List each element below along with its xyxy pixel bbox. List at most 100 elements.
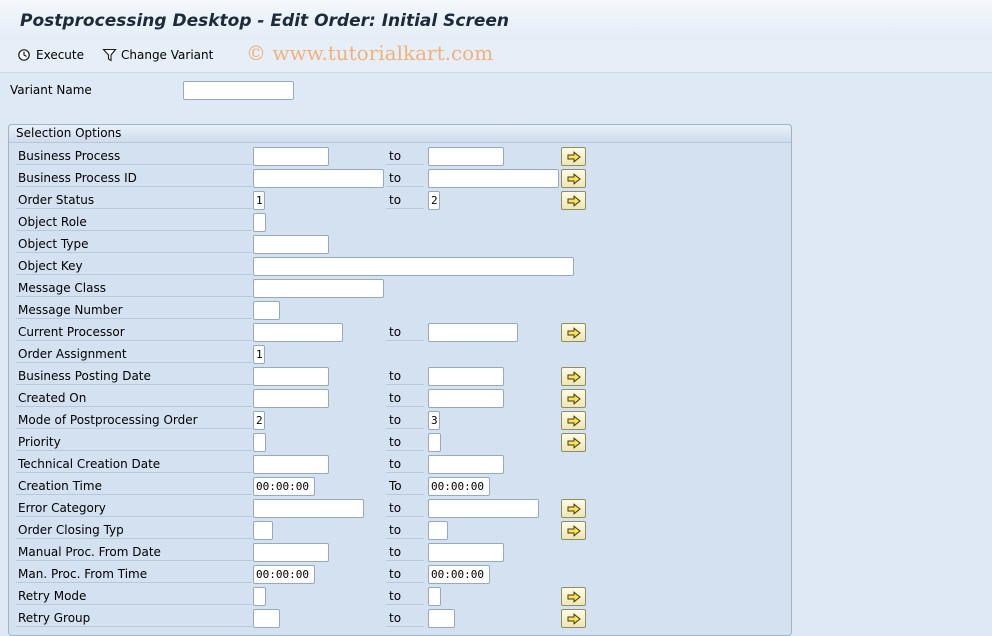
- technical-creation-date-to-input[interactable]: [428, 455, 504, 474]
- business-posting-date-to-input[interactable]: [428, 367, 504, 386]
- retry-mode-to-input[interactable]: [428, 587, 441, 606]
- technical-creation-date-to-label: to: [386, 454, 424, 473]
- execute-label: Execute: [36, 48, 84, 62]
- manual-proc-from-date-to-input[interactable]: [428, 543, 504, 562]
- label-man-proc-from-time: Man. Proc. From Time: [16, 564, 252, 583]
- filter-icon: [102, 48, 117, 62]
- message-number-from-input[interactable]: [253, 301, 280, 320]
- label-priority: Priority: [16, 432, 252, 451]
- label-order-closing-typ: Order Closing Typ: [16, 520, 252, 539]
- object-key-from-input[interactable]: [253, 257, 574, 276]
- created-on-to-input[interactable]: [428, 389, 504, 408]
- label-technical-creation-date: Technical Creation Date: [16, 454, 252, 473]
- man-proc-from-time-from-input[interactable]: [253, 565, 315, 584]
- change-variant-button[interactable]: Change Variant: [102, 46, 213, 64]
- error-category-from-input[interactable]: [253, 499, 364, 518]
- creation-time-from-input[interactable]: [253, 477, 315, 496]
- label-creation-time: Creation Time: [16, 476, 252, 495]
- mode-of-postprocessing-order-multiple-selection-button[interactable]: [561, 411, 586, 430]
- arrow-right-icon: [567, 370, 581, 383]
- order-closing-typ-multiple-selection-button[interactable]: [561, 521, 586, 540]
- application-toolbar: Execute Change Variant © www.tutorialkar…: [0, 40, 992, 73]
- current-processor-to-input[interactable]: [428, 323, 518, 342]
- arrow-right-icon: [567, 392, 581, 405]
- label-business-posting-date: Business Posting Date: [16, 366, 252, 385]
- label-mode-of-postprocessing-order: Mode of Postprocessing Order: [16, 410, 252, 429]
- mode-of-postprocessing-order-to-label: to: [386, 410, 424, 429]
- manual-proc-from-date-from-input[interactable]: [253, 543, 329, 562]
- error-category-to-input[interactable]: [428, 499, 539, 518]
- object-type-from-input[interactable]: [253, 235, 329, 254]
- business-process-id-to-input[interactable]: [428, 169, 559, 188]
- label-manual-proc-from-date: Manual Proc. From Date: [16, 542, 252, 561]
- object-role-from-input[interactable]: [253, 213, 266, 232]
- business-process-id-from-input[interactable]: [253, 169, 384, 188]
- retry-group-from-input[interactable]: [253, 609, 280, 628]
- arrow-right-icon: [567, 524, 581, 537]
- business-posting-date-from-input[interactable]: [253, 367, 329, 386]
- retry-group-multiple-selection-button[interactable]: [561, 609, 586, 628]
- order-status-multiple-selection-button[interactable]: [561, 191, 586, 210]
- business-process-to-input[interactable]: [428, 147, 504, 166]
- man-proc-from-time-to-label: to: [386, 564, 424, 583]
- watermark: © www.tutorialkart.com: [246, 41, 494, 65]
- variant-name-label: Variant Name: [10, 83, 92, 97]
- mode-of-postprocessing-order-to-input[interactable]: [428, 411, 440, 430]
- business-process-from-input[interactable]: [253, 147, 329, 166]
- arrow-right-icon: [567, 590, 581, 603]
- arrow-right-icon: [567, 612, 581, 625]
- error-category-to-label: to: [386, 498, 424, 517]
- business-process-id-multiple-selection-button[interactable]: [561, 169, 586, 188]
- business-process-id-to-label: to: [386, 168, 424, 187]
- selection-options-header: Selection Options: [8, 124, 792, 143]
- order-status-to-input[interactable]: [428, 191, 440, 210]
- retry-mode-from-input[interactable]: [253, 587, 266, 606]
- message-class-from-input[interactable]: [253, 279, 384, 298]
- error-category-multiple-selection-button[interactable]: [561, 499, 586, 518]
- label-object-key: Object Key: [16, 256, 252, 275]
- created-on-to-label: to: [386, 388, 424, 407]
- label-business-process: Business Process: [16, 146, 252, 165]
- arrow-right-icon: [567, 436, 581, 449]
- label-retry-mode: Retry Mode: [16, 586, 252, 605]
- business-process-to-label: to: [386, 146, 424, 165]
- business-posting-date-multiple-selection-button[interactable]: [561, 367, 586, 386]
- created-on-multiple-selection-button[interactable]: [561, 389, 586, 408]
- priority-multiple-selection-button[interactable]: [561, 433, 586, 452]
- order-closing-typ-to-input[interactable]: [428, 521, 448, 540]
- business-process-multiple-selection-button[interactable]: [561, 147, 586, 166]
- priority-to-input[interactable]: [428, 433, 441, 452]
- label-order-status: Order Status: [16, 190, 252, 209]
- mode-of-postprocessing-order-from-input[interactable]: [253, 411, 265, 430]
- priority-from-input[interactable]: [253, 433, 266, 452]
- label-current-processor: Current Processor: [16, 322, 252, 341]
- order-status-to-label: to: [386, 190, 424, 209]
- creation-time-to-input[interactable]: [428, 477, 490, 496]
- retry-mode-multiple-selection-button[interactable]: [561, 587, 586, 606]
- business-posting-date-to-label: to: [386, 366, 424, 385]
- retry-group-to-label: to: [386, 608, 424, 627]
- current-processor-multiple-selection-button[interactable]: [561, 323, 586, 342]
- label-retry-group: Retry Group: [16, 608, 252, 627]
- order-closing-typ-from-input[interactable]: [253, 521, 273, 540]
- label-error-category: Error Category: [16, 498, 252, 517]
- variant-name-input[interactable]: [183, 81, 294, 100]
- label-message-number: Message Number: [16, 300, 252, 319]
- created-on-from-input[interactable]: [253, 389, 329, 408]
- execute-button[interactable]: Execute: [17, 46, 84, 64]
- retry-mode-to-label: to: [386, 586, 424, 605]
- label-order-assignment: Order Assignment: [16, 344, 252, 363]
- label-created-on: Created On: [16, 388, 252, 407]
- arrow-right-icon: [567, 150, 581, 163]
- current-processor-from-input[interactable]: [253, 323, 343, 342]
- man-proc-from-time-to-input[interactable]: [428, 565, 490, 584]
- arrow-right-icon: [567, 414, 581, 427]
- page-title: Postprocessing Desktop - Edit Order: Ini…: [20, 11, 509, 31]
- order-assignment-from-input[interactable]: [253, 345, 265, 364]
- label-business-process-id: Business Process ID: [16, 168, 252, 187]
- retry-group-to-input[interactable]: [428, 609, 455, 628]
- technical-creation-date-from-input[interactable]: [253, 455, 329, 474]
- change-variant-label: Change Variant: [121, 48, 214, 62]
- order-status-from-input[interactable]: [253, 191, 265, 210]
- arrow-right-icon: [567, 326, 581, 339]
